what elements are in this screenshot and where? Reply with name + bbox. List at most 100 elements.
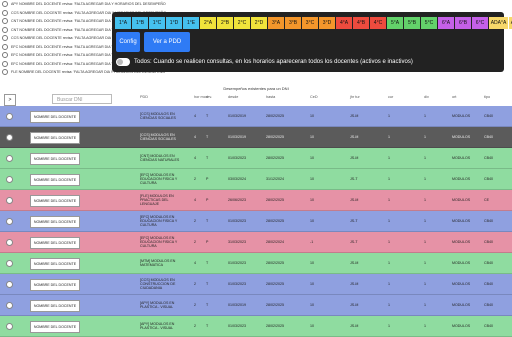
- teacher-name-button[interactable]: NOMBRE DEL DOCENTE: [30, 216, 80, 228]
- row-select-radio[interactable]: [6, 197, 13, 204]
- course-chip[interactable]: 6°B: [455, 17, 471, 29]
- cell-ced: -1: [310, 239, 314, 244]
- radio-icon[interactable]: [2, 35, 8, 42]
- table-row[interactable]: NOMBRE DEL DOCENTE [MTM] MODULOS EN MATEM…: [0, 253, 512, 274]
- config-button[interactable]: Config: [116, 32, 140, 52]
- table-row[interactable]: NOMBRE DEL DOCENTE [EFC] MODULOS EN EDUCA…: [0, 169, 512, 190]
- cell-jt: JS-M: [350, 113, 359, 118]
- table-row[interactable]: NOMBRE DEL DOCENTE [FLE] MODULOS EN PRACT…: [0, 190, 512, 211]
- column-header[interactable]: div: [424, 95, 429, 99]
- teacher-name-button[interactable]: NOMBRE DEL DOCENTE: [30, 174, 80, 186]
- row-select-radio[interactable]: [6, 260, 13, 267]
- column-header[interactable]: jhr tur: [350, 95, 360, 99]
- row-select-radio[interactable]: [6, 281, 13, 288]
- cell-rev: T: [206, 323, 209, 328]
- course-chip[interactable]: 2°A: [200, 17, 216, 29]
- course-chip[interactable]: 4°A: [336, 17, 352, 29]
- course-chip[interactable]: 2°D: [251, 17, 267, 29]
- radio-icon[interactable]: [2, 60, 8, 67]
- column-header[interactable]: PDD: [140, 95, 148, 99]
- course-chip[interactable]: ADA°A: [489, 17, 508, 29]
- course-chip[interactable]: 6°C: [472, 17, 488, 29]
- toggle-description: Todos: Cuando se realicen consultas, en …: [134, 59, 413, 65]
- table-row[interactable]: NOMBRE DEL DOCENTE [APY] MODULOS EN PLAST…: [0, 295, 512, 316]
- course-chip[interactable]: 3°B: [285, 17, 301, 29]
- course-chip[interactable]: 1°B: [132, 17, 148, 29]
- teacher-name-button[interactable]: NOMBRE DEL DOCENTE: [30, 153, 80, 165]
- results-table: NOMBRE DEL DOCENTE [CCS] MODULOS EN CIENC…: [0, 106, 512, 337]
- cell-hasta: 28/02/2025: [266, 134, 284, 139]
- column-header[interactable]: rev.: [206, 95, 212, 99]
- radio-icon[interactable]: [2, 69, 8, 76]
- column-header[interactable]: cur: [388, 95, 393, 99]
- teacher-name-button[interactable]: NOMBRE DEL DOCENTE: [30, 111, 80, 123]
- row-select-radio[interactable]: [6, 239, 13, 246]
- course-chip[interactable]: 4°C: [370, 17, 386, 29]
- teacher-name-button[interactable]: NOMBRE DEL DOCENTE: [30, 237, 80, 249]
- row-select-radio[interactable]: [6, 323, 13, 330]
- radio-icon[interactable]: [2, 9, 8, 16]
- cell-jt: JS-T: [350, 218, 358, 223]
- teacher-name-button[interactable]: NOMBRE DEL DOCENTE: [30, 279, 80, 291]
- column-header[interactable]: ort: [452, 95, 456, 99]
- cell-cur: 1: [388, 239, 390, 244]
- warning-text: APY NOMBRE DEL DOCENTE revisa: 'FALTA AG…: [11, 2, 166, 6]
- column-header[interactable]: hasta: [266, 95, 275, 99]
- course-chip[interactable]: 5°A: [387, 17, 403, 29]
- radio-icon[interactable]: [2, 43, 8, 50]
- column-header[interactable]: CeD: [310, 95, 318, 99]
- search-dni-input[interactable]: Buscar DNI: [52, 94, 112, 104]
- table-row[interactable]: NOMBRE DEL DOCENTE [EFC] MODULOS EN EDUCA…: [0, 232, 512, 253]
- course-chip[interactable]: 5°B: [404, 17, 420, 29]
- course-chip[interactable]: 3°A: [268, 17, 284, 29]
- column-header[interactable]: desde: [228, 95, 238, 99]
- cell-div: 1: [424, 239, 426, 244]
- course-chip[interactable]: 2°B: [217, 17, 233, 29]
- course-chip[interactable]: 2°C: [234, 17, 250, 29]
- teacher-name-button[interactable]: NOMBRE DEL DOCENTE: [30, 132, 80, 144]
- row-select-radio[interactable]: [6, 113, 13, 120]
- radio-icon[interactable]: [2, 52, 8, 59]
- row-select-radio[interactable]: [6, 302, 13, 309]
- row-select-radio[interactable]: [6, 134, 13, 141]
- row-select-radio[interactable]: [6, 155, 13, 162]
- table-row[interactable]: NOMBRE DEL DOCENTE [CCS] MODULOS EN CONST…: [0, 274, 512, 295]
- course-chip[interactable]: 1°A: [115, 17, 131, 29]
- table-row[interactable]: NOMBRE DEL DOCENTE [APY] MODULOS EN PLAST…: [0, 316, 512, 337]
- cell-pdd: [CCS] MODULOS EN CIENCIAS SOCIALES: [140, 111, 176, 120]
- cell-tipo: CB40: [484, 155, 493, 160]
- teacher-name-button[interactable]: NOMBRE DEL DOCENTE: [30, 300, 80, 312]
- cell-rev: T: [206, 281, 209, 286]
- column-header[interactable]: tipo: [484, 95, 490, 99]
- cell-pdd: [EFC] MODULOS EN EDUCACION FISICA Y CULT…: [140, 214, 178, 228]
- cell-div: 1: [424, 302, 426, 307]
- course-chip[interactable]: 5°C: [421, 17, 437, 29]
- row-select-radio[interactable]: [6, 176, 13, 183]
- radio-icon[interactable]: [2, 26, 8, 33]
- view-pdd-button[interactable]: Ver a PDD: [144, 32, 190, 52]
- table-row[interactable]: NOMBRE DEL DOCENTE [CCS] MODULOS EN CIENC…: [0, 106, 512, 127]
- todos-toggle[interactable]: [116, 58, 130, 66]
- radio-icon[interactable]: [2, 1, 8, 8]
- course-chip[interactable]: 1°C: [149, 17, 165, 29]
- row-select-radio[interactable]: [6, 218, 13, 225]
- teacher-name-button[interactable]: NOMBRE DEL DOCENTE: [30, 258, 80, 270]
- course-chip[interactable]: 6°A: [438, 17, 454, 29]
- cell-cur: 1: [388, 302, 390, 307]
- expand-button[interactable]: >: [4, 94, 16, 106]
- warning-row[interactable]: APY NOMBRE DEL DOCENTE revisa: 'FALTA AG…: [0, 0, 512, 9]
- course-chip[interactable]: 1°E: [183, 17, 199, 29]
- table-row[interactable]: NOMBRE DEL DOCENTE [EFC] MODULOS EN EDUCA…: [0, 211, 512, 232]
- cell-cur: 1: [388, 155, 390, 160]
- course-chip[interactable]: 3°C: [302, 17, 318, 29]
- table-row[interactable]: NOMBRE DEL DOCENTE [CNT] MODULOS EN CIENC…: [0, 148, 512, 169]
- cell-desde: 01/03/2023: [228, 155, 246, 160]
- radio-icon[interactable]: [2, 18, 8, 25]
- course-chip[interactable]: 1°D: [166, 17, 182, 29]
- cell-ced: 10: [310, 176, 314, 181]
- course-chip[interactable]: 3°D: [319, 17, 335, 29]
- course-chip[interactable]: 4°B: [353, 17, 369, 29]
- teacher-name-button[interactable]: NOMBRE DEL DOCENTE: [30, 195, 80, 207]
- teacher-name-button[interactable]: NOMBRE DEL DOCENTE: [30, 321, 80, 333]
- table-row[interactable]: NOMBRE DEL DOCENTE [CCS] MODULOS EN CIENC…: [0, 127, 512, 148]
